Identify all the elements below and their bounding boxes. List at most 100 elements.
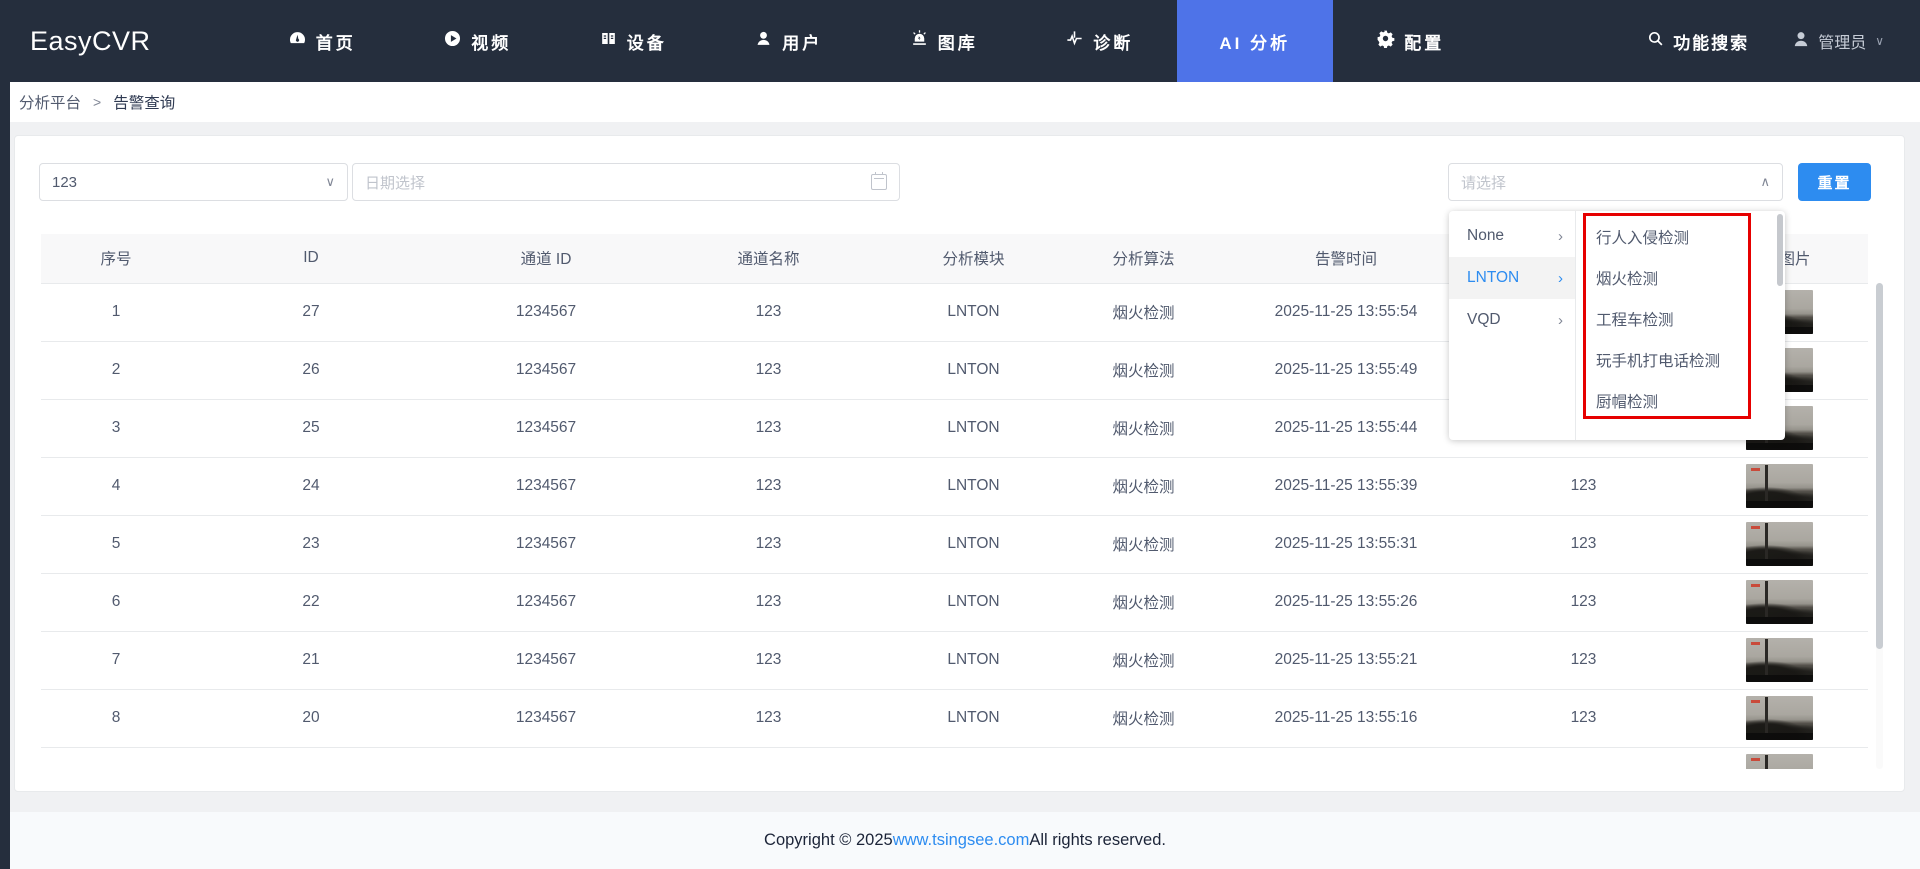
date-picker-input[interactable]: 日期选择 xyxy=(352,163,900,201)
cascader-group-none[interactable]: None › xyxy=(1449,215,1575,257)
option-engineering-vehicle[interactable]: 工程车检测 xyxy=(1576,298,1785,339)
alarm-thumbnail[interactable] xyxy=(1746,638,1813,682)
gear-icon xyxy=(1376,29,1395,53)
cell-algorithm: 烟火检测 xyxy=(1071,341,1216,399)
cell-id: 24 xyxy=(191,457,431,515)
cell-algorithm: 烟火检测 xyxy=(1071,515,1216,573)
admin-avatar-icon xyxy=(1791,29,1811,54)
dashboard-icon xyxy=(288,29,307,53)
cascader-group-list: None › LNTON › VQD › xyxy=(1449,211,1576,440)
header-module: 分析模块 xyxy=(876,234,1071,283)
cascader-group-vqd[interactable]: VQD › xyxy=(1449,299,1575,341)
cell-alarm-time: 2025-11-25 13:55:54 xyxy=(1216,283,1476,341)
nav-item-config[interactable]: 配置 xyxy=(1333,0,1489,82)
nav-item-ai-analysis[interactable]: AI 分析 xyxy=(1177,0,1333,82)
cell-alarm-time: 2025-11-25 13:55:26 xyxy=(1216,573,1476,631)
cell-seq: 7 xyxy=(41,631,191,689)
cell-channel-name xyxy=(661,747,876,769)
option-pedestrian-intrusion[interactable]: 行人入侵检测 xyxy=(1576,216,1785,257)
breadcrumb-bar: 分析平台 > 告警查询 xyxy=(10,82,1920,122)
nav-item-device[interactable]: 设备 xyxy=(555,0,711,82)
cell-channel-name: 123 xyxy=(661,515,876,573)
table-row: 5 23 1234567 123 LNTON 烟火检测 2025-11-25 1… xyxy=(41,515,1868,573)
reset-button[interactable]: 重置 xyxy=(1798,163,1871,201)
nav-item-diagnosis[interactable]: 诊断 xyxy=(1022,0,1178,82)
cell-alarm-time: 2025-11-25 13:55:39 xyxy=(1216,457,1476,515)
dropdown-scrollbar-thumb[interactable] xyxy=(1777,214,1783,286)
nav-item-home[interactable]: 首页 xyxy=(244,0,400,82)
channel-select-value: 123 xyxy=(52,174,77,191)
cell-module: LNTON xyxy=(876,689,1071,747)
cascader-group-lnton[interactable]: LNTON › xyxy=(1449,257,1575,299)
cell-algorithm: 烟火检测 xyxy=(1071,457,1216,515)
cell-alarm-image xyxy=(1691,457,1868,515)
footer-link[interactable]: www.tsingsee.com xyxy=(893,831,1030,850)
function-search[interactable]: 功能搜索 xyxy=(1647,29,1749,54)
cell-channel-id xyxy=(431,747,661,769)
option-smoke-fire[interactable]: 烟火检测 xyxy=(1576,257,1785,298)
cell-module: LNTON xyxy=(876,573,1071,631)
option-phone-usage[interactable]: 玩手机打电话检测 xyxy=(1576,339,1785,380)
app-logo[interactable]: EasyCVR xyxy=(30,0,151,82)
main-nav: 首页 视频 设备 用户 图库 xyxy=(244,0,1488,82)
cell-extra xyxy=(1476,747,1691,769)
nav-item-video[interactable]: 视频 xyxy=(400,0,556,82)
cell-extra: 123 xyxy=(1476,457,1691,515)
cell-extra: 123 xyxy=(1476,515,1691,573)
cell-seq: 6 xyxy=(41,573,191,631)
user-icon xyxy=(754,29,773,53)
table-row xyxy=(41,747,1868,769)
cell-channel-name: 123 xyxy=(661,283,876,341)
cell-channel-name: 123 xyxy=(661,399,876,457)
cell-channel-id: 1234567 xyxy=(431,631,661,689)
alarm-thumbnail[interactable] xyxy=(1746,522,1813,566)
table-row: 4 24 1234567 123 LNTON 烟火检测 2025-11-25 1… xyxy=(41,457,1868,515)
cell-alarm-time: 2025-11-25 13:55:31 xyxy=(1216,515,1476,573)
option-chef-hat[interactable]: 厨帽检测 xyxy=(1576,380,1785,421)
nav-item-user[interactable]: 用户 xyxy=(711,0,867,82)
cell-id xyxy=(191,747,431,769)
cell-seq: 4 xyxy=(41,457,191,515)
alarm-thumbnail[interactable] xyxy=(1746,580,1813,624)
algorithm-select[interactable]: 请选择 ∧ xyxy=(1448,163,1783,201)
chevron-up-icon: ∧ xyxy=(1760,174,1770,190)
algorithm-cascader-dropdown: None › LNTON › VQD › 行人入侵检测 烟火检测 工程车检测 玩… xyxy=(1449,211,1785,440)
cell-channel-id: 1234567 xyxy=(431,341,661,399)
diagnosis-icon xyxy=(1065,29,1084,53)
user-menu[interactable]: 管理员 ∨ xyxy=(1791,29,1884,54)
cell-channel-id: 1234567 xyxy=(431,573,661,631)
alarm-thumbnail[interactable] xyxy=(1746,696,1813,740)
cell-algorithm: 烟火检测 xyxy=(1071,573,1216,631)
cell-id: 21 xyxy=(191,631,431,689)
header-channel-name: 通道名称 xyxy=(661,234,876,283)
left-edge-strip xyxy=(0,82,10,869)
alarm-thumbnail[interactable] xyxy=(1746,754,1813,769)
table-scrollbar-thumb[interactable] xyxy=(1876,283,1883,649)
nav-item-gallery[interactable]: 图库 xyxy=(866,0,1022,82)
alarm-lamp-icon xyxy=(910,29,929,53)
alarm-thumbnail[interactable] xyxy=(1746,464,1813,508)
channel-select[interactable]: 123 ∨ xyxy=(39,163,348,201)
cell-seq: 5 xyxy=(41,515,191,573)
cell-channel-id: 1234567 xyxy=(431,689,661,747)
cell-alarm-time: 2025-11-25 13:55:49 xyxy=(1216,341,1476,399)
cell-channel-id: 1234567 xyxy=(431,283,661,341)
cell-alarm-image xyxy=(1691,573,1868,631)
table-row: 6 22 1234567 123 LNTON 烟火检测 2025-11-25 1… xyxy=(41,573,1868,631)
cell-seq: 1 xyxy=(41,283,191,341)
calendar-icon[interactable] xyxy=(871,174,887,190)
table-scrollbar xyxy=(1876,283,1883,769)
cell-id: 23 xyxy=(191,515,431,573)
breadcrumb-separator: > xyxy=(93,94,101,110)
header-alarm-time: 告警时间 xyxy=(1216,234,1476,283)
cell-module: LNTON xyxy=(876,457,1071,515)
table-row: 7 21 1234567 123 LNTON 烟火检测 2025-11-25 1… xyxy=(41,631,1868,689)
cell-channel-id: 1234567 xyxy=(431,457,661,515)
cell-alarm-time: 2025-11-25 13:55:21 xyxy=(1216,631,1476,689)
cell-extra: 123 xyxy=(1476,631,1691,689)
copyright-suffix: All rights reserved. xyxy=(1029,831,1166,850)
cell-extra: 123 xyxy=(1476,573,1691,631)
cell-channel-name: 123 xyxy=(661,573,876,631)
breadcrumb-root[interactable]: 分析平台 xyxy=(19,91,81,113)
video-icon xyxy=(443,29,462,53)
